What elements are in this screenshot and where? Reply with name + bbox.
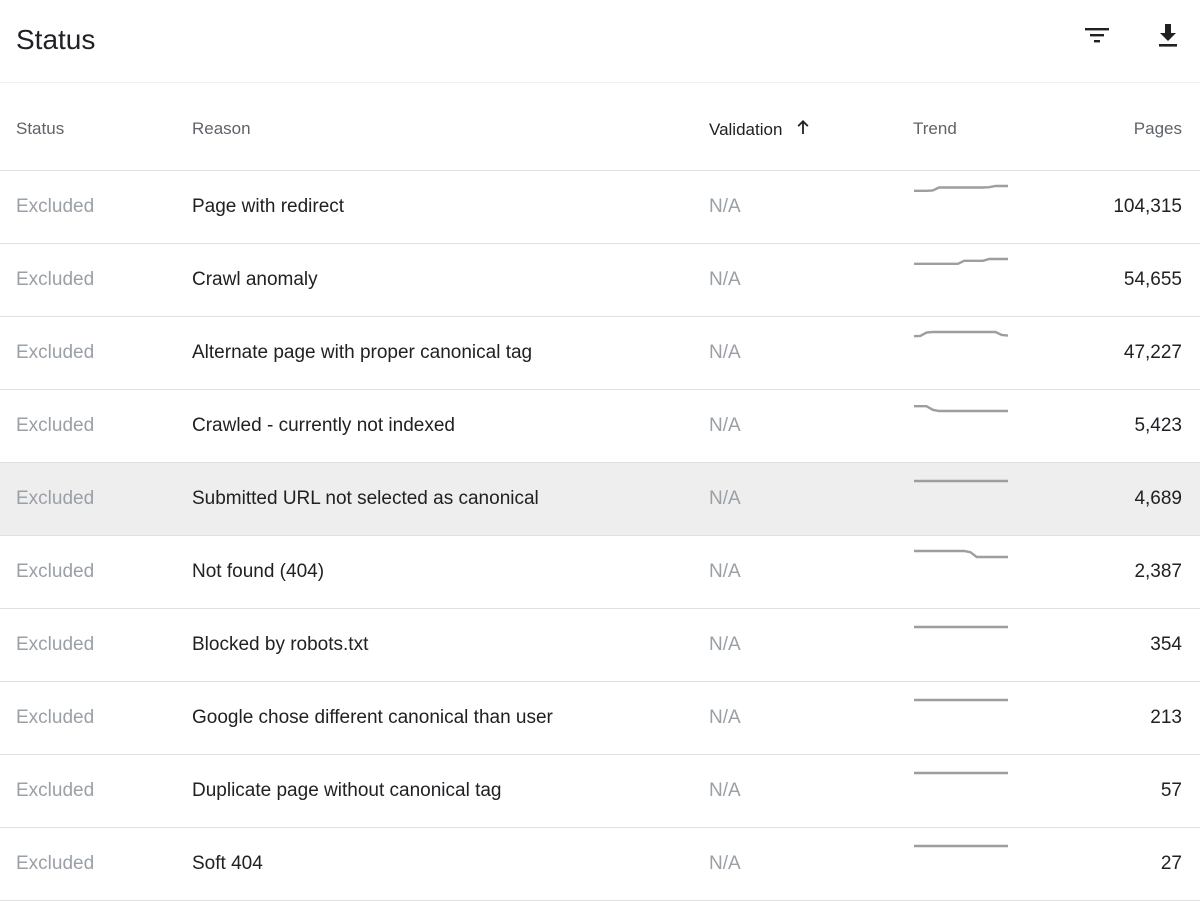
trend-line	[914, 257, 1008, 266]
table-row[interactable]: Excluded Alternate page with proper canon…	[0, 317, 1200, 390]
row-pages: 104,315	[1113, 196, 1182, 217]
row-validation: N/A	[709, 269, 741, 290]
table-row[interactable]: Excluded Blocked by robots.txt N/A 354	[0, 609, 1200, 682]
row-status: Excluded	[16, 269, 95, 290]
row-pages: 2,387	[1134, 561, 1182, 582]
row-validation: N/A	[709, 780, 741, 801]
trend-line	[913, 330, 1009, 338]
column-header-trend[interactable]: Trend	[913, 118, 957, 140]
table-row[interactable]: Excluded Google chose different canonical…	[0, 682, 1200, 755]
row-validation: N/A	[709, 707, 741, 728]
row-trend-sparkline	[913, 330, 1009, 338]
row-status: Excluded	[16, 780, 95, 801]
row-validation: N/A	[709, 415, 741, 436]
column-header-pages[interactable]: Pages	[1134, 118, 1182, 140]
row-status: Excluded	[16, 561, 95, 582]
row-status: Excluded	[16, 707, 95, 728]
row-validation: N/A	[709, 853, 741, 874]
row-pages: 354	[1150, 634, 1182, 655]
row-validation: N/A	[709, 488, 741, 509]
row-pages: 5,423	[1134, 415, 1182, 436]
row-status: Excluded	[16, 196, 95, 217]
arrow-up-icon	[794, 118, 812, 142]
filter-icon	[1085, 28, 1109, 43]
row-validation: N/A	[709, 634, 741, 655]
row-reason: Crawl anomaly	[192, 269, 318, 290]
row-status: Excluded	[16, 415, 95, 436]
row-validation: N/A	[709, 196, 741, 217]
row-status: Excluded	[16, 488, 95, 509]
row-reason: Not found (404)	[192, 561, 325, 582]
row-reason: Page with redirect	[192, 196, 345, 217]
row-reason: Google chose different canonical than us…	[192, 707, 553, 728]
row-pages: 54,655	[1123, 269, 1182, 290]
table-body: Excluded Page with redirect N/A 104,315 Excl…	[0, 171, 1200, 901]
table-row[interactable]: Excluded Submitted URL not selected as ca…	[0, 463, 1200, 536]
row-reason: Soft 404	[192, 853, 263, 874]
row-validation: N/A	[709, 342, 741, 363]
table-header-bar: Status	[0, 0, 1200, 83]
row-trend-sparkline	[914, 625, 1008, 629]
table-row[interactable]: Excluded Duplicate page without canonical…	[0, 755, 1200, 828]
row-trend-sparkline	[914, 771, 1008, 775]
row-validation: N/A	[709, 561, 741, 582]
row-status: Excluded	[16, 853, 95, 874]
row-pages: 57	[1160, 780, 1182, 801]
table-row[interactable]: Excluded Crawl anomaly N/A 54,655	[0, 244, 1200, 317]
page-title: Status	[16, 24, 96, 55]
trend-line	[914, 184, 1008, 193]
row-trend-sparkline	[914, 698, 1008, 702]
row-reason: Duplicate page without canonical tag	[192, 780, 502, 801]
table-row[interactable]: Excluded Crawled - currently not indexed N…	[0, 390, 1200, 463]
table-row[interactable]: Excluded Page with redirect N/A 104,315	[0, 171, 1200, 244]
row-trend-sparkline	[914, 257, 1008, 266]
filter-button[interactable]	[1079, 17, 1115, 53]
column-header-reason[interactable]: Reason	[192, 118, 251, 140]
row-reason: Blocked by robots.txt	[192, 634, 369, 655]
column-header-status[interactable]: Status	[16, 118, 64, 140]
column-header-validation[interactable]: Validation	[709, 118, 812, 142]
row-status: Excluded	[16, 634, 95, 655]
row-reason: Alternate page with proper canonical tag	[192, 342, 533, 363]
trend-line	[914, 549, 1008, 559]
table-row[interactable]: Excluded Not found (404) N/A 2,387	[0, 536, 1200, 609]
download-button[interactable]	[1150, 17, 1186, 53]
row-trend-sparkline	[914, 844, 1008, 848]
row-reason: Crawled - currently not indexed	[192, 415, 455, 436]
trend-line	[914, 404, 1008, 413]
row-pages: 47,227	[1123, 342, 1182, 363]
column-header-row: Status Reason Validation Trend Pages	[0, 82, 1200, 171]
row-trend-sparkline	[914, 184, 1008, 193]
row-reason: Submitted URL not selected as canonical	[192, 488, 539, 509]
row-trend-sparkline	[914, 549, 1008, 559]
row-trend-sparkline	[914, 404, 1008, 413]
table-row[interactable]: Excluded Soft 404 N/A 27	[0, 828, 1200, 901]
row-status: Excluded	[16, 342, 95, 363]
column-header-validation-label: Validation	[709, 120, 783, 139]
row-pages: 27	[1160, 853, 1182, 874]
row-pages: 213	[1150, 707, 1182, 728]
row-pages: 4,689	[1134, 488, 1182, 509]
row-trend-sparkline	[914, 479, 1008, 483]
download-icon	[1159, 24, 1177, 47]
